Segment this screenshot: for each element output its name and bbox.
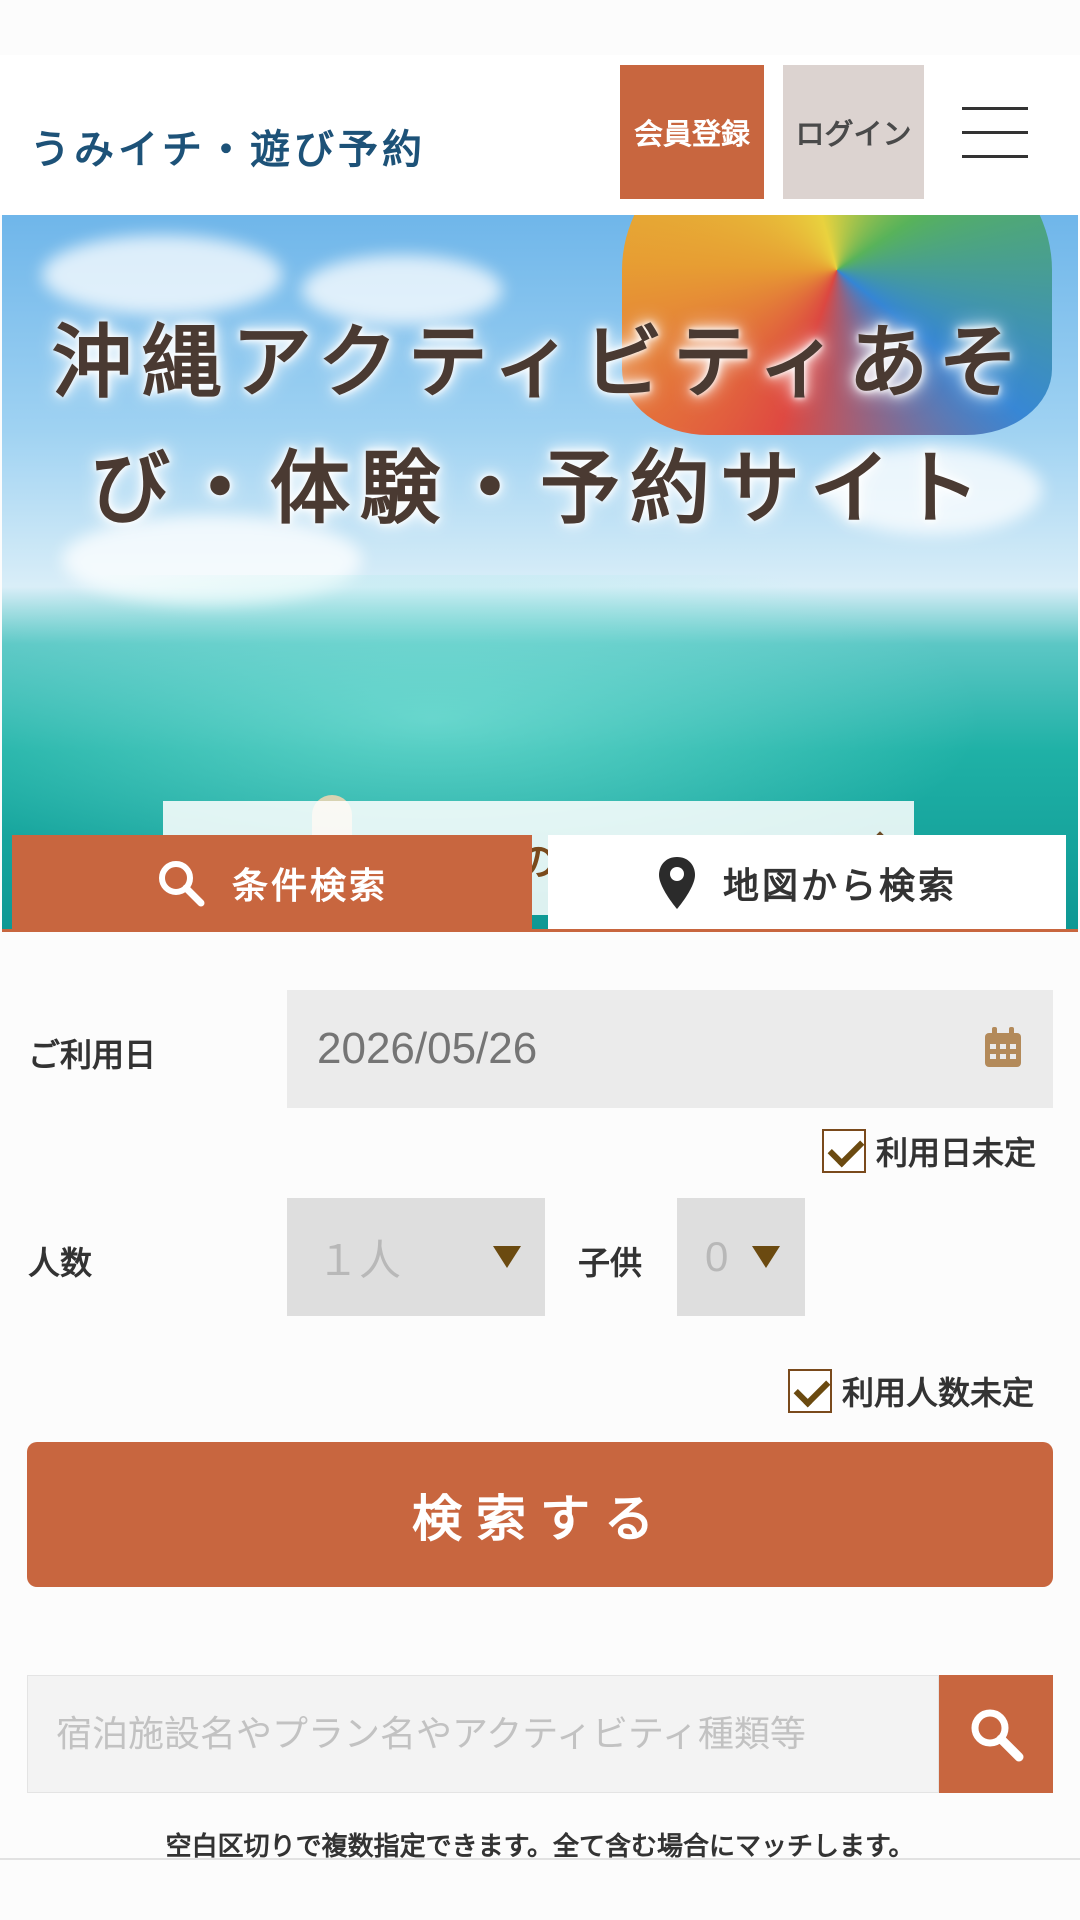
register-button[interactable]: 会員登録: [620, 65, 764, 199]
dropdown-arrow-icon: [752, 1246, 780, 1268]
hamburger-menu-icon[interactable]: [962, 107, 1028, 159]
date-label: ご利用日: [28, 1036, 157, 1074]
children-select-value: 0: [705, 1233, 729, 1280]
divider: [0, 1858, 1080, 1860]
date-undecided-checkbox[interactable]: 利用日未定: [822, 1128, 1036, 1174]
site-header: うみイチ・遊び予約 会員登録 ログイン: [0, 55, 1080, 215]
date-field[interactable]: [287, 990, 1053, 1108]
people-undecided-label: 利用人数未定: [842, 1374, 1035, 1412]
tab-underline: [2, 929, 1078, 932]
site-logo[interactable]: うみイチ・遊び予約: [30, 117, 426, 175]
adults-select-value: １人: [317, 1236, 402, 1284]
checkbox-checked-icon[interactable]: [822, 1129, 866, 1173]
adults-select[interactable]: １人: [287, 1198, 545, 1316]
search-submit-button[interactable]: 検索する: [27, 1442, 1053, 1587]
hero-title-line1: 沖縄アクティビティあそ: [51, 316, 1029, 409]
tab-label: 地図から検索: [722, 866, 957, 907]
page: うみイチ・遊び予約 会員登録 ログイン 沖縄アクティビティあそ び・体験・予約サ…: [0, 0, 1080, 1920]
map-pin-icon: [658, 857, 695, 909]
date-input[interactable]: [287, 990, 1053, 1108]
checkbox-checked-icon[interactable]: [788, 1369, 832, 1413]
people-label: 人数: [28, 1244, 93, 1282]
tab-condition-search[interactable]: 条件検索: [12, 835, 532, 931]
date-undecided-label: 利用日未定: [876, 1134, 1037, 1172]
children-label: 子供: [578, 1244, 643, 1282]
keyword-field[interactable]: [27, 1675, 939, 1793]
search-icon: [158, 861, 205, 907]
tab-map-search[interactable]: 地図から検索: [548, 835, 1066, 931]
children-select[interactable]: 0: [677, 1198, 805, 1316]
hero-title-line2: び・体験・予約サイト: [90, 442, 990, 535]
keyword-search-button[interactable]: [939, 1675, 1053, 1793]
keyword-input[interactable]: [28, 1676, 938, 1792]
dropdown-arrow-icon: [493, 1246, 521, 1268]
search-icon: [971, 1709, 1024, 1762]
hero-title: 沖縄アクティビティあそ び・体験・予約サイト: [2, 300, 1078, 552]
people-undecided-checkbox[interactable]: 利用人数未定: [788, 1368, 1034, 1414]
calendar-icon[interactable]: [983, 1027, 1023, 1069]
tab-label: 条件検索: [231, 866, 388, 907]
login-button[interactable]: ログイン: [783, 65, 924, 199]
